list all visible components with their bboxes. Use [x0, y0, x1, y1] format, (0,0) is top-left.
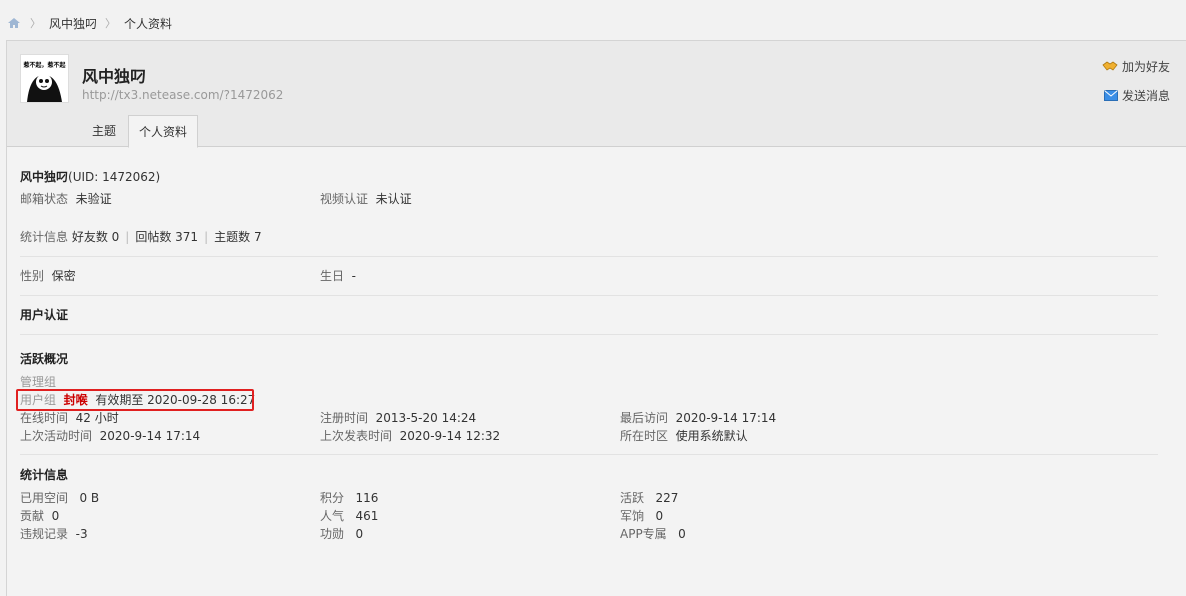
basic-name: 风中独叼 [20, 170, 69, 184]
topics-count[interactable]: 主题数 7 [214, 230, 261, 244]
active-value: 227 [655, 491, 679, 505]
envelope-icon [1103, 89, 1118, 101]
last-active-label: 上次活动时间 [20, 429, 93, 443]
stats-row-1: 已用空间 0 B 积分 116 活跃 227 [20, 489, 1160, 507]
space-value: 0 B [79, 491, 100, 505]
timezone-value: 使用系统默认 [675, 429, 748, 443]
stats-title-row: 统计信息 [20, 466, 1160, 484]
activity-title: 活跃概况 [20, 352, 69, 366]
online-label: 在线时间 [20, 411, 69, 425]
activity-row-1: 在线时间 42 小时 注册时间 2013-5-20 14:24 最后访问 202… [20, 409, 1160, 427]
handshake-icon [1102, 60, 1118, 72]
birthday-value: - [351, 269, 356, 283]
avatar-caption: 惹不起，惹不起 [22, 61, 66, 69]
send-message-label: 发送消息 [1121, 88, 1170, 103]
active-label: 活跃 [620, 491, 645, 505]
avatar[interactable]: 惹不起，惹不起 [20, 54, 69, 103]
stats-summary-label: 统计信息 [20, 230, 69, 244]
last-post-value: 2020-9-14 12:32 [399, 429, 501, 443]
stats-title: 统计信息 [20, 468, 69, 482]
profile-url[interactable]: http://tx3.netease.com/?1472062 [82, 88, 283, 102]
register-value: 2013-5-20 14:24 [375, 411, 477, 425]
profile-tabs: 主题 个人资料 [83, 115, 199, 148]
admin-group-label: 管理组 [20, 375, 57, 389]
contrib-label: 贡献 [20, 509, 45, 523]
tab-profile[interactable]: 个人资料 [128, 115, 199, 148]
replies-count[interactable]: 回帖数 371 [135, 230, 198, 244]
register-label: 注册时间 [320, 411, 369, 425]
popularity-label: 人气 [320, 509, 345, 523]
gender-value: 保密 [51, 269, 76, 283]
profile-actions: 加为好友 发送消息 [1102, 58, 1170, 116]
gender-label: 性别 [20, 269, 45, 283]
profile-username: 风中独叼 [82, 67, 147, 86]
basic-uid: (UID: 1472062) [68, 170, 161, 184]
email-video-row: 邮箱状态 未验证 视频认证 未认证 [20, 190, 1160, 208]
birthday-label: 生日 [320, 269, 345, 283]
merit-value: 0 [355, 527, 364, 541]
email-label: 邮箱状态 [20, 192, 69, 206]
violation-label: 违规记录 [20, 527, 69, 541]
divider [20, 256, 1158, 257]
merit-label: 功勋 [320, 527, 345, 541]
last-visit-label: 最后访问 [620, 411, 669, 425]
breadcrumb-current: 个人资料 [124, 16, 173, 31]
last-visit-value: 2020-9-14 17:14 [675, 411, 777, 425]
add-friend-button[interactable]: 加为好友 [1102, 58, 1170, 74]
basic-name-row: 风中独叼(UID: 1472062) [20, 168, 1160, 186]
profile-header: 惹不起，惹不起 风中独叼 http://tx3.netease.com/?147… [7, 41, 1186, 148]
tab-topics[interactable]: 主题 [83, 115, 125, 148]
add-friend-label: 加为好友 [1121, 59, 1170, 74]
video-value: 未认证 [375, 192, 412, 206]
pay-label: 军饷 [620, 509, 645, 523]
send-message-button[interactable]: 发送消息 [1102, 87, 1170, 103]
last-active-value: 2020-9-14 17:14 [99, 429, 201, 443]
points-value: 116 [355, 491, 379, 505]
friends-count[interactable]: 好友数 0 [72, 230, 119, 244]
stats-row-3: 违规记录 -3 功勋 0 APP专属 0 [20, 525, 1160, 543]
pay-value: 0 [655, 509, 664, 523]
verification-title: 用户认证 [20, 308, 69, 322]
space-label: 已用空间 [20, 491, 69, 505]
breadcrumb-user-link[interactable]: 风中独叼 [49, 15, 97, 32]
verification-title-row: 用户认证 [20, 306, 1160, 324]
app-label: APP专属 [620, 527, 667, 541]
gender-birthday-row: 性别 保密 生日 - [20, 267, 1160, 285]
points-label: 积分 [320, 491, 345, 505]
contrib-value: 0 [51, 509, 60, 523]
stats-row-2: 贡献 0 人气 461 军饷 0 [20, 507, 1160, 525]
activity-row-2: 上次活动时间 2020-9-14 17:14 上次发表时间 2020-9-14 … [20, 427, 1160, 445]
home-icon[interactable] [6, 16, 22, 30]
breadcrumb: 〉 风中独叼 〉 个人资料 [6, 14, 172, 32]
divider [20, 454, 1158, 455]
popularity-value: 461 [355, 509, 379, 523]
divider [20, 334, 1158, 335]
user-group-highlight-box [16, 389, 254, 411]
user-group-row: 用户组 封喉 有效期至 2020-09-28 16:27 [16, 389, 1160, 411]
breadcrumb-separator: 〉 [30, 17, 41, 30]
online-value: 42 小时 [75, 411, 119, 425]
email-value: 未验证 [75, 192, 112, 206]
activity-title-row: 活跃概况 [20, 350, 1160, 368]
timezone-label: 所在时区 [620, 429, 669, 443]
violation-value: -3 [75, 527, 88, 541]
last-post-label: 上次发表时间 [320, 429, 393, 443]
app-value: 0 [678, 527, 686, 541]
divider [20, 295, 1158, 296]
breadcrumb-separator: 〉 [105, 17, 117, 30]
video-label: 视频认证 [320, 192, 369, 206]
stats-summary-row: 统计信息 好友数 0 | 回帖数 371 | 主题数 7 [20, 230, 262, 244]
